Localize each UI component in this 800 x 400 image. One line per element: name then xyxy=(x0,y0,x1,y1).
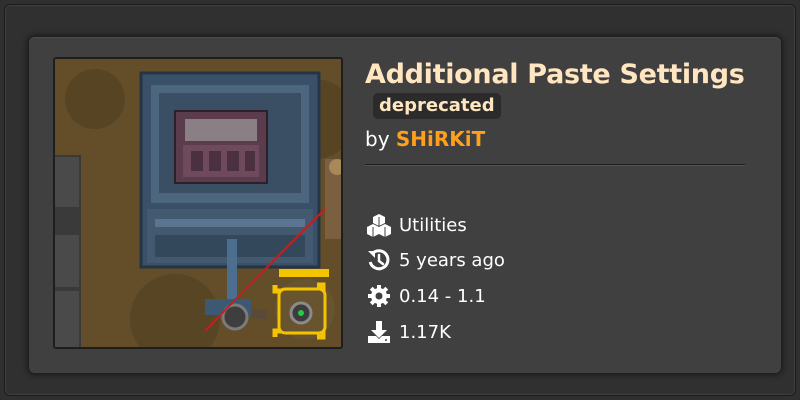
gear-icon xyxy=(367,284,391,308)
deprecated-badge: deprecated xyxy=(373,93,501,119)
page-frame: Additional Paste Settings deprecated by … xyxy=(4,4,796,396)
mod-card[interactable]: Additional Paste Settings deprecated by … xyxy=(29,37,781,373)
category-label: Utilities xyxy=(399,214,467,236)
mod-thumbnail[interactable] xyxy=(53,57,343,349)
divider xyxy=(365,164,745,166)
downloads-label: 1.17K xyxy=(399,321,451,343)
versions-label: 0.14 - 1.1 xyxy=(399,285,486,307)
mod-title[interactable]: Additional Paste Settings xyxy=(365,59,765,91)
download-icon xyxy=(367,320,391,344)
updated-label: 5 years ago xyxy=(399,249,505,271)
author-link[interactable]: SHiRKiT xyxy=(396,127,485,151)
author-prefix: by xyxy=(365,127,390,151)
downloads-row: 1.17K xyxy=(367,318,451,346)
updated-row: 5 years ago xyxy=(367,246,505,274)
history-icon xyxy=(367,248,391,272)
author-line: by SHiRKiT xyxy=(365,125,485,153)
category-row[interactable]: Utilities xyxy=(367,211,467,239)
cubes-icon xyxy=(367,213,391,237)
versions-row: 0.14 - 1.1 xyxy=(367,282,486,310)
